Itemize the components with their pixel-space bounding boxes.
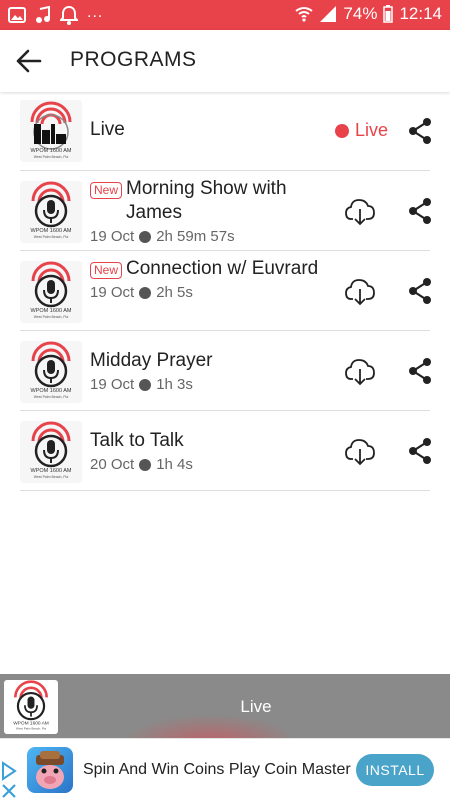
program-duration: 1h 4s [156, 456, 193, 473]
player-label: Live [240, 697, 272, 716]
logo-brand: WPOM 1600 AM [31, 148, 72, 154]
program-date: 19 Oct [90, 284, 135, 301]
more-notifications: ... [87, 4, 104, 21]
station-logo: WPOM 1600 AM West Palm Beach, Fla [20, 261, 82, 323]
separator-dot-icon [139, 378, 152, 391]
download-button[interactable] [345, 357, 375, 387]
status-notifications: ... [8, 4, 104, 25]
page-title: PROGRAMS [70, 48, 197, 71]
cloud-download-icon [345, 359, 375, 386]
program-date: 19 Oct [90, 228, 135, 245]
station-logo: WPOM 1600 AM West Palm Beach, Fla [20, 181, 82, 243]
gallery-icon [8, 7, 26, 23]
program-meta: 19 Oct 1h 3s [90, 376, 340, 393]
station-logo: WPOM 1600 AM West Palm Beach, Fla [20, 341, 82, 403]
clock: 12:14 [399, 4, 442, 23]
bell-icon [60, 5, 78, 25]
list-item-live[interactable]: WPOM 1600 AM West Palm Beach, Fla Live L… [20, 92, 433, 171]
separator-dot-icon [139, 230, 152, 243]
program-title: Midday Prayer [90, 350, 213, 371]
ad-app-icon[interactable] [27, 747, 73, 793]
wifi-icon [295, 7, 314, 22]
list-item-program[interactable]: WPOM 1600 AM West Palm Beach, Fla Talk t… [20, 411, 433, 491]
logo-brand: WPOM 1600 AM [31, 228, 72, 234]
arrow-back-icon [16, 49, 42, 73]
program-meta: 19 Oct 2h 5s [90, 284, 340, 301]
logo-location: West Palm Beach, Fla [34, 315, 69, 319]
logo-brand: WPOM 1600 AM [31, 388, 72, 394]
ad-choices-icon [2, 761, 17, 798]
program-title: Connection w/ Euvrard [126, 258, 319, 279]
logo-location: West Palm Beach, Fla [34, 155, 69, 159]
share-button[interactable] [407, 357, 433, 385]
list-item-program[interactable]: WPOM 1600 AM West Palm Beach, Fla Midday… [20, 331, 433, 411]
station-logo: WPOM 1600 AM West Palm Beach, Fla [20, 421, 82, 483]
mini-player[interactable]: WPOM 1600 AM West Palm Beach, Fla Live [0, 674, 450, 738]
logo-brand: WPOM 1600 AM [31, 468, 72, 474]
live-dot-icon [335, 123, 349, 138]
program-date: 20 Oct [90, 456, 135, 473]
program-duration: 2h 5s [156, 284, 193, 301]
logo-location: West Palm Beach, Fla [34, 475, 69, 479]
download-button[interactable] [345, 197, 375, 227]
signal-icon [320, 6, 337, 22]
share-icon [409, 118, 431, 144]
share-icon [409, 438, 431, 464]
battery-icon [383, 5, 394, 23]
program-duration: 2h 59m 57s [156, 228, 235, 245]
program-title: Talk to Talk [90, 430, 184, 451]
status-bar: ... 74% 12:14 [0, 0, 450, 30]
program-meta: 19 Oct 2h 59m 57s [90, 228, 340, 245]
share-icon [409, 198, 431, 224]
ad-text[interactable]: Spin And Win Coins Play Coin Master [83, 761, 351, 779]
download-button[interactable] [345, 277, 375, 307]
back-button[interactable] [14, 46, 46, 76]
program-list: WPOM 1600 AM West Palm Beach, Fla Live L… [20, 92, 433, 491]
share-icon [409, 358, 431, 384]
separator-dot-icon [139, 286, 152, 299]
new-badge: New [90, 262, 123, 279]
program-title: Morning Show with James [126, 178, 287, 223]
live-label: Live [355, 120, 389, 140]
station-logo: WPOM 1600 AM West Palm Beach, Fla [20, 100, 82, 162]
install-button[interactable]: INSTALL [356, 754, 434, 786]
cloud-download-icon [345, 199, 375, 226]
status-system: 74% 12:14 [295, 4, 442, 24]
share-button[interactable] [407, 117, 433, 145]
logo-brand: WPOM 1600 AM [31, 308, 72, 314]
cloud-download-icon [345, 439, 375, 466]
cloud-download-icon [345, 279, 375, 306]
separator-dot-icon [139, 458, 152, 471]
music-icon [36, 6, 50, 23]
player-glow [120, 714, 300, 738]
ad-choices[interactable] [0, 761, 20, 801]
share-button[interactable] [407, 437, 433, 465]
ad-banner[interactable]: Spin And Win Coins Play Coin Master INST… [0, 738, 450, 800]
share-button[interactable] [407, 277, 433, 305]
list-item-program[interactable]: WPOM 1600 AM West Palm Beach, Fla New Co… [20, 251, 433, 331]
share-icon [409, 278, 431, 304]
program-meta: 20 Oct 1h 4s [90, 456, 340, 473]
live-indicator: Live [335, 120, 388, 141]
logo-location: West Palm Beach, Fla [16, 727, 46, 731]
share-button[interactable] [407, 197, 433, 225]
program-date: 19 Oct [90, 376, 135, 393]
logo-location: West Palm Beach, Fla [34, 395, 69, 399]
list-item-program[interactable]: WPOM 1600 AM West Palm Beach, Fla New Mo… [20, 171, 433, 251]
download-button[interactable] [345, 437, 375, 467]
toolbar: PROGRAMS [0, 30, 450, 92]
program-duration: 1h 3s [156, 376, 193, 393]
logo-brand: WPOM 1600 AM [13, 720, 49, 726]
program-title: Live [90, 119, 125, 140]
logo-location: West Palm Beach, Fla [34, 235, 69, 239]
battery-percent: 74% [343, 4, 378, 23]
new-badge: New [90, 182, 123, 199]
